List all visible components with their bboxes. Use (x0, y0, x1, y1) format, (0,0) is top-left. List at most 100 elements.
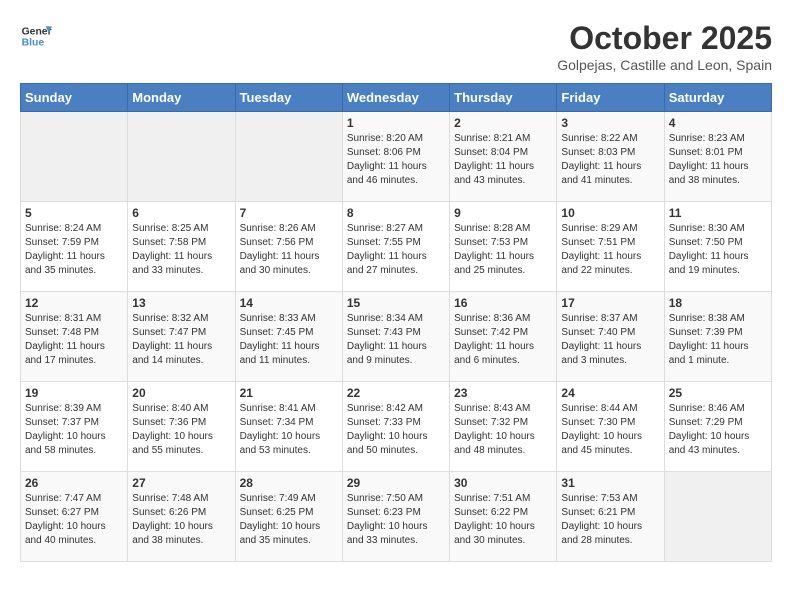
day-info: Sunrise: 8:25 AM Sunset: 7:58 PM Dayligh… (132, 222, 230, 278)
day-number: 18 (669, 296, 767, 310)
day-number: 1 (347, 116, 445, 130)
day-number: 3 (561, 116, 659, 130)
day-info: Sunrise: 8:34 AM Sunset: 7:43 PM Dayligh… (347, 312, 445, 368)
calendar-week-5: 26 Sunrise: 7:47 AM Sunset: 6:27 PM Dayli… (21, 472, 772, 562)
calendar-cell: 17Sunrise: 8:37 AM Sunset: 7:40 PM Dayli… (557, 292, 664, 382)
day-number: 11 (669, 206, 767, 220)
day-number: 26 (25, 476, 123, 490)
day-info: Sunrise: 8:27 AM Sunset: 7:55 PM Dayligh… (347, 222, 445, 278)
day-number: 5 (25, 206, 123, 220)
calendar-cell: 29 Sunrise: 7:50 AM Sunset: 6:23 PM Dayli… (342, 472, 449, 562)
day-number: 7 (240, 206, 338, 220)
day-info: Sunrise: 7:47 AM Sunset: 6:27 PM Dayligh… (25, 492, 123, 548)
day-number: 29 (347, 476, 445, 490)
day-info: Sunrise: 8:29 AM Sunset: 7:51 PM Dayligh… (561, 222, 659, 278)
calendar-cell: 26 Sunrise: 7:47 AM Sunset: 6:27 PM Dayli… (21, 472, 128, 562)
calendar-body: 1 Sunrise: 8:20 AM Sunset: 8:06 PM Daylig… (21, 112, 772, 562)
calendar-cell: 3 Sunrise: 8:22 AM Sunset: 8:03 PM Daylig… (557, 112, 664, 202)
logo-icon: General Blue (20, 20, 52, 52)
day-info: Sunrise: 8:20 AM Sunset: 8:06 PM Dayligh… (347, 132, 445, 188)
header-cell-thursday: Thursday (450, 84, 557, 112)
calendar-cell: 23Sunrise: 8:43 AM Sunset: 7:32 PM Dayli… (450, 382, 557, 472)
header-cell-sunday: Sunday (21, 84, 128, 112)
header-cell-wednesday: Wednesday (342, 84, 449, 112)
day-number: 31 (561, 476, 659, 490)
day-number: 27 (132, 476, 230, 490)
calendar-cell: 5 Sunrise: 8:24 AM Sunset: 7:59 PM Daylig… (21, 202, 128, 292)
day-info: Sunrise: 8:38 AM Sunset: 7:39 PM Dayligh… (669, 312, 767, 368)
day-info: Sunrise: 8:22 AM Sunset: 8:03 PM Dayligh… (561, 132, 659, 188)
calendar-cell: 19Sunrise: 8:39 AM Sunset: 7:37 PM Dayli… (21, 382, 128, 472)
calendar-cell (21, 112, 128, 202)
calendar-cell: 24 Sunrise: 8:44 AM Sunset: 7:30 PM Dayli… (557, 382, 664, 472)
calendar-week-2: 5 Sunrise: 8:24 AM Sunset: 7:59 PM Daylig… (21, 202, 772, 292)
day-number: 10 (561, 206, 659, 220)
header-row: SundayMondayTuesdayWednesdayThursdayFrid… (21, 84, 772, 112)
day-info: Sunrise: 8:36 AM Sunset: 7:42 PM Dayligh… (454, 312, 552, 368)
day-number: 6 (132, 206, 230, 220)
day-info: Sunrise: 8:42 AM Sunset: 7:33 PM Dayligh… (347, 402, 445, 458)
day-number: 28 (240, 476, 338, 490)
day-number: 13 (132, 296, 230, 310)
day-number: 8 (347, 206, 445, 220)
day-info: Sunrise: 7:49 AM Sunset: 6:25 PM Dayligh… (240, 492, 338, 548)
day-info: Sunrise: 7:48 AM Sunset: 6:26 PM Dayligh… (132, 492, 230, 548)
day-number: 12 (25, 296, 123, 310)
calendar-cell: 28 Sunrise: 7:49 AM Sunset: 6:25 PM Dayli… (235, 472, 342, 562)
page-header: General Blue October 2025 Golpejas, Cast… (20, 20, 772, 73)
calendar-cell: 21 Sunrise: 8:41 AM Sunset: 7:34 PM Dayli… (235, 382, 342, 472)
day-number: 21 (240, 386, 338, 400)
day-info: Sunrise: 8:33 AM Sunset: 7:45 PM Dayligh… (240, 312, 338, 368)
day-info: Sunrise: 8:30 AM Sunset: 7:50 PM Dayligh… (669, 222, 767, 278)
calendar-cell: 11 Sunrise: 8:30 AM Sunset: 7:50 PM Dayli… (664, 202, 771, 292)
day-info: Sunrise: 7:53 AM Sunset: 6:21 PM Dayligh… (561, 492, 659, 548)
logo: General Blue (20, 20, 52, 52)
calendar-cell: 9Sunrise: 8:28 AM Sunset: 7:53 PM Daylig… (450, 202, 557, 292)
calendar-week-3: 12Sunrise: 8:31 AM Sunset: 7:48 PM Dayli… (21, 292, 772, 382)
day-info: Sunrise: 8:44 AM Sunset: 7:30 PM Dayligh… (561, 402, 659, 458)
day-number: 19 (25, 386, 123, 400)
calendar-cell (235, 112, 342, 202)
day-number: 4 (669, 116, 767, 130)
location-subtitle: Golpejas, Castille and Leon, Spain (557, 57, 772, 73)
day-number: 30 (454, 476, 552, 490)
day-number: 24 (561, 386, 659, 400)
day-number: 25 (669, 386, 767, 400)
calendar-header: SundayMondayTuesdayWednesdayThursdayFrid… (21, 84, 772, 112)
day-info: Sunrise: 8:21 AM Sunset: 8:04 PM Dayligh… (454, 132, 552, 188)
day-info: Sunrise: 8:32 AM Sunset: 7:47 PM Dayligh… (132, 312, 230, 368)
day-info: Sunrise: 8:28 AM Sunset: 7:53 PM Dayligh… (454, 222, 552, 278)
calendar-cell: 30Sunrise: 7:51 AM Sunset: 6:22 PM Dayli… (450, 472, 557, 562)
day-info: Sunrise: 8:24 AM Sunset: 7:59 PM Dayligh… (25, 222, 123, 278)
calendar-week-4: 19Sunrise: 8:39 AM Sunset: 7:37 PM Dayli… (21, 382, 772, 472)
day-number: 16 (454, 296, 552, 310)
calendar-cell (664, 472, 771, 562)
day-number: 20 (132, 386, 230, 400)
day-info: Sunrise: 8:41 AM Sunset: 7:34 PM Dayligh… (240, 402, 338, 458)
calendar-cell: 20 Sunrise: 8:40 AM Sunset: 7:36 PM Dayli… (128, 382, 235, 472)
header-cell-tuesday: Tuesday (235, 84, 342, 112)
calendar-cell: 8 Sunrise: 8:27 AM Sunset: 7:55 PM Daylig… (342, 202, 449, 292)
day-number: 17 (561, 296, 659, 310)
calendar-cell: 25Sunrise: 8:46 AM Sunset: 7:29 PM Dayli… (664, 382, 771, 472)
day-number: 15 (347, 296, 445, 310)
calendar-cell: 6 Sunrise: 8:25 AM Sunset: 7:58 PM Daylig… (128, 202, 235, 292)
calendar-cell: 27 Sunrise: 7:48 AM Sunset: 6:26 PM Dayli… (128, 472, 235, 562)
day-info: Sunrise: 7:50 AM Sunset: 6:23 PM Dayligh… (347, 492, 445, 548)
header-cell-saturday: Saturday (664, 84, 771, 112)
svg-text:Blue: Blue (22, 38, 45, 49)
header-cell-monday: Monday (128, 84, 235, 112)
day-number: 23 (454, 386, 552, 400)
day-number: 14 (240, 296, 338, 310)
day-number: 22 (347, 386, 445, 400)
calendar-cell: 18 Sunrise: 8:38 AM Sunset: 7:39 PM Dayli… (664, 292, 771, 382)
day-info: Sunrise: 8:40 AM Sunset: 7:36 PM Dayligh… (132, 402, 230, 458)
day-info: Sunrise: 8:23 AM Sunset: 8:01 PM Dayligh… (669, 132, 767, 188)
calendar-cell: 4 Sunrise: 8:23 AM Sunset: 8:01 PM Daylig… (664, 112, 771, 202)
calendar-cell: 14 Sunrise: 8:33 AM Sunset: 7:45 PM Dayli… (235, 292, 342, 382)
calendar-cell: 1 Sunrise: 8:20 AM Sunset: 8:06 PM Daylig… (342, 112, 449, 202)
day-info: Sunrise: 8:26 AM Sunset: 7:56 PM Dayligh… (240, 222, 338, 278)
calendar-cell (128, 112, 235, 202)
calendar-cell: 2Sunrise: 8:21 AM Sunset: 8:04 PM Daylig… (450, 112, 557, 202)
calendar-cell: 31 Sunrise: 7:53 AM Sunset: 6:21 PM Dayli… (557, 472, 664, 562)
